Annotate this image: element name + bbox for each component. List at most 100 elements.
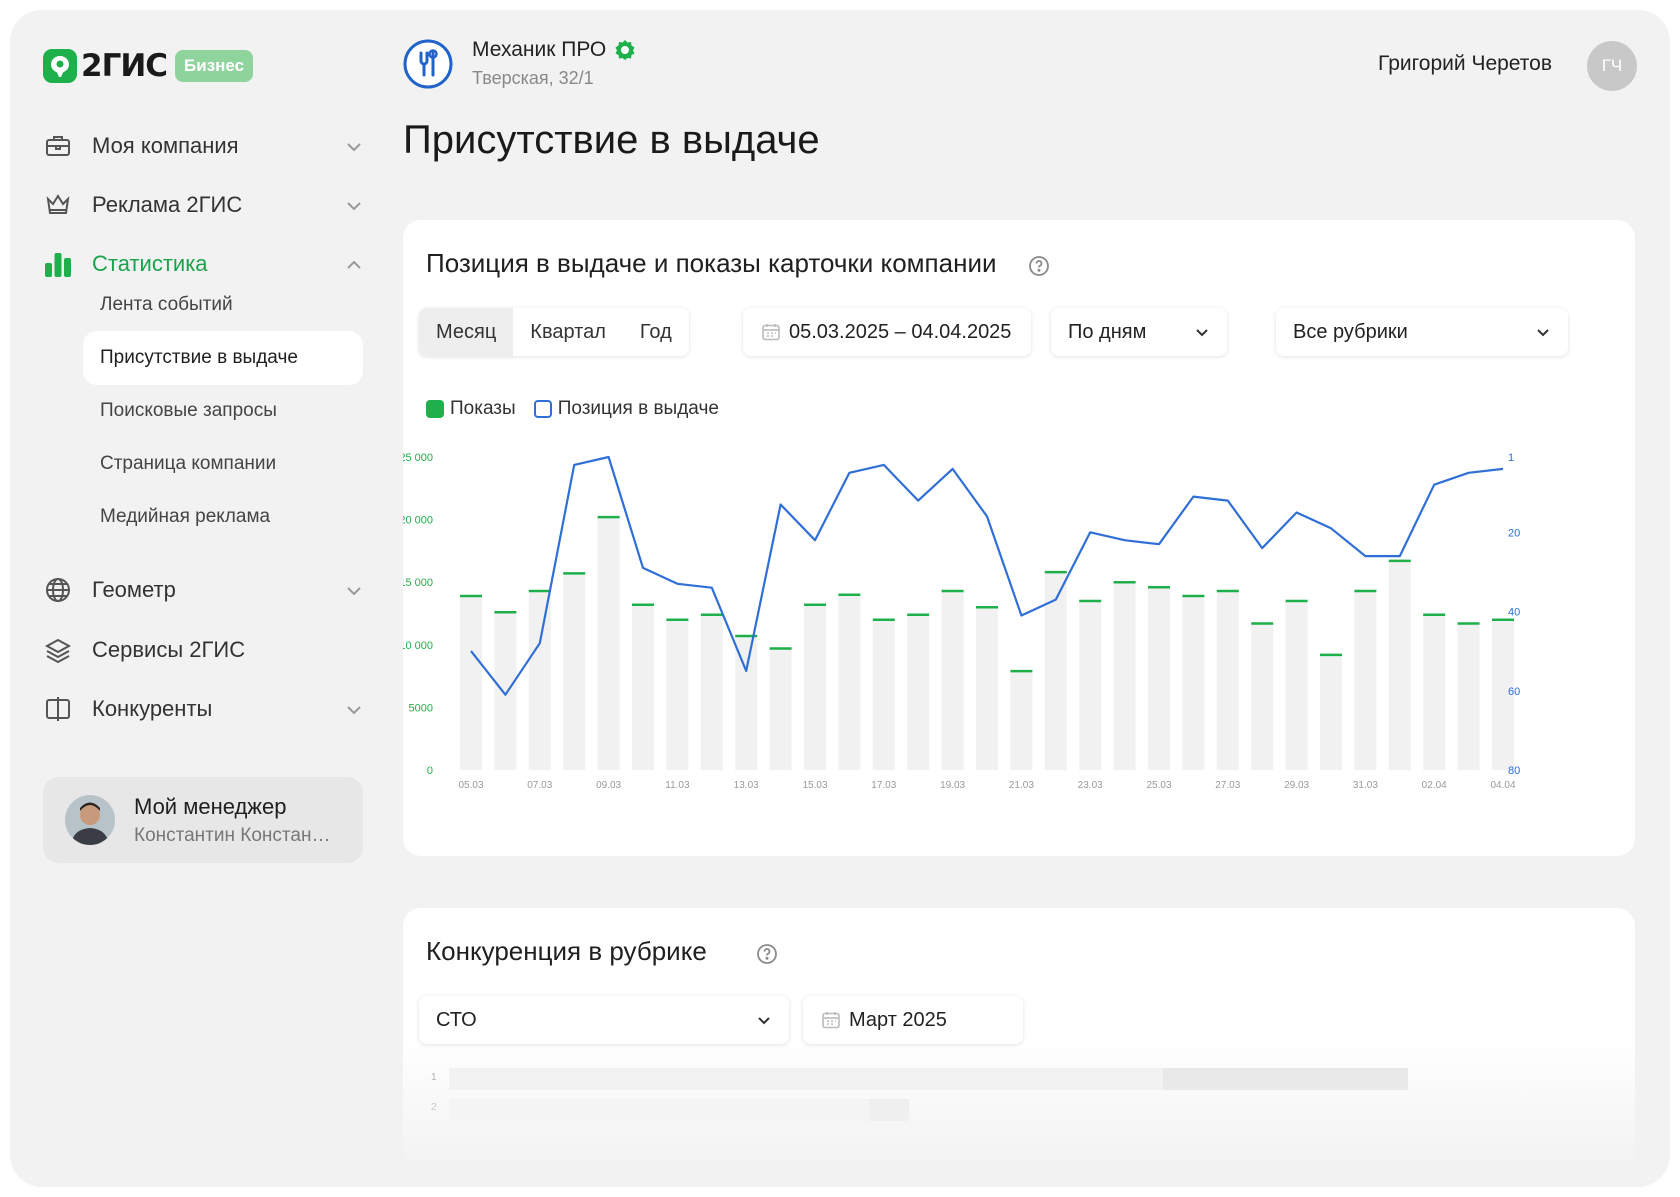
- x-tick-label: 13.03: [734, 780, 759, 791]
- bar-shows-14.03: [769, 648, 792, 770]
- sidebar-item-services-2gis[interactable]: Сервисы 2ГИС: [43, 630, 363, 670]
- layers-icon: [43, 635, 73, 665]
- legend-item-position[interactable]: Позиция в выдаче: [533, 398, 719, 420]
- chevron-down-icon: [755, 1011, 773, 1029]
- bar-shows-23.03: [1079, 600, 1102, 770]
- company-name-text: Механик ПРО: [472, 38, 607, 61]
- bar-shows-13.03: [735, 636, 758, 770]
- bar-shows-21.03: [1010, 671, 1033, 770]
- app-frame: 2ГИС Бизнес Моя компания Реклама 2ГИС Ст…: [10, 10, 1670, 1187]
- help-icon[interactable]: [1028, 255, 1050, 277]
- bar-shows-25.03: [1148, 587, 1170, 770]
- manager-info: Мой менеджер Константин Констан…: [134, 794, 330, 847]
- y-left-tick-label: 0: [427, 765, 433, 777]
- sidebar-item-label: Реклама 2ГИС: [92, 192, 243, 217]
- rubric-select[interactable]: Все рубрики: [1276, 308, 1568, 356]
- legend-swatch-position: [533, 400, 552, 418]
- company-logo[interactable]: [403, 39, 453, 89]
- company-address: Тверская, 32/1: [472, 68, 594, 88]
- sidebar-item-geometer[interactable]: Геометр: [43, 570, 363, 610]
- logo-text: 2ГИС: [81, 48, 168, 84]
- help-icon[interactable]: [756, 943, 778, 965]
- x-tick-label: 04.04: [1490, 780, 1515, 791]
- period-quarter-button[interactable]: Квартал: [513, 308, 623, 356]
- bar-shows-08.03: [563, 573, 586, 770]
- competition-rubric-select[interactable]: СТО: [419, 996, 789, 1044]
- position-chart-card: Позиция в выдаче и показы карточки компа…: [403, 220, 1635, 856]
- bar-shows-30.03: [1320, 654, 1342, 770]
- y-left-tick-label: 15 000: [403, 577, 433, 589]
- x-tick-label: 23.03: [1078, 780, 1103, 791]
- chevron-down-icon: [1193, 323, 1211, 341]
- manager-avatar: [65, 795, 115, 845]
- y-left-tick-label: 10 000: [403, 640, 433, 652]
- bar-shows-01.04: [1388, 560, 1411, 770]
- chevron-down-icon: [345, 582, 363, 600]
- sidebar-subitem-search-presence[interactable]: Присутствие в выдаче: [83, 331, 363, 385]
- bar-shows-06.03: [494, 612, 517, 770]
- globe-icon: [43, 575, 73, 605]
- period-year-button[interactable]: Год: [623, 308, 689, 356]
- bar-shows-24.03: [1113, 582, 1136, 770]
- bar-shows-03.04: [1457, 623, 1480, 770]
- period-month-button[interactable]: Месяц: [419, 308, 514, 356]
- manager-card[interactable]: Мой менеджер Константин Констан…: [43, 777, 363, 863]
- x-tick-label: 05.03: [458, 780, 483, 791]
- sidebar-item-label: Конкуренты: [92, 696, 213, 721]
- chevron-down-icon: [345, 138, 363, 156]
- bar-shows-26.03: [1182, 595, 1205, 770]
- chevron-down-icon: [345, 197, 363, 215]
- grouping-select[interactable]: По дням: [1051, 308, 1227, 356]
- y-right-tick-label: 1: [1508, 452, 1514, 464]
- x-tick-label: 27.03: [1215, 780, 1240, 791]
- y-left-tick-label: 20 000: [403, 515, 433, 527]
- legend-label-shows: Показы: [450, 398, 516, 419]
- bar-shows-10.03: [632, 604, 654, 770]
- manager-title: Мой менеджер: [134, 793, 287, 819]
- bar-shows-07.03: [528, 590, 551, 770]
- x-tick-label: 17.03: [871, 780, 896, 791]
- y-left-tick-label: 5000: [409, 702, 433, 714]
- user-avatar[interactable]: ГЧ: [1587, 41, 1637, 91]
- sidebar-item-label: Моя компания: [92, 133, 239, 158]
- sidebar-subitem-search-queries[interactable]: Поисковые запросы: [83, 384, 363, 438]
- fade-overlay: [403, 1038, 1635, 1168]
- x-tick-label: 11.03: [665, 780, 690, 791]
- y-right-tick-label: 80: [1508, 765, 1520, 777]
- 2gis-logo-icon: [43, 49, 77, 83]
- user-name[interactable]: Григорий Черетов: [1378, 52, 1552, 76]
- x-tick-label: 25.03: [1146, 780, 1171, 791]
- calendar-icon: [761, 322, 781, 342]
- sidebar-item-competitors[interactable]: Конкуренты: [43, 689, 363, 729]
- chart-legend: Показы Позиция в выдаче: [426, 398, 737, 420]
- sidebar-subitem-company-page[interactable]: Страница компании: [83, 437, 363, 491]
- card-title: Позиция в выдаче и показы карточки компа…: [426, 248, 997, 278]
- position-shows-chart: 0 5000 10 000 15 000 20 000 25 000 1 20 40 60 80 05…: [403, 452, 1520, 791]
- x-tick-label: 21.03: [1009, 780, 1034, 791]
- legend-label-position: Позиция в выдаче: [557, 398, 719, 419]
- bar-shows-29.03: [1285, 600, 1308, 770]
- legend-item-shows[interactable]: Показы: [426, 398, 516, 420]
- company-name[interactable]: Механик ПРО: [472, 38, 636, 62]
- sidebar-item-my-company[interactable]: Моя компания: [43, 126, 363, 166]
- competition-card: Конкуренция в рубрике СТО Март 2025 1 2: [403, 908, 1635, 1168]
- brand-logo[interactable]: 2ГИС Бизнес: [43, 48, 254, 84]
- calendar-icon: [821, 1010, 841, 1030]
- chevron-up-icon: [345, 256, 363, 274]
- sidebar-item-ads-2gis[interactable]: Реклама 2ГИС: [43, 185, 363, 225]
- month-picker[interactable]: Март 2025: [803, 996, 1023, 1044]
- bar-shows-16.03: [838, 594, 861, 770]
- bar-shows-18.03: [907, 614, 930, 770]
- date-range-picker[interactable]: 05.03.2025 – 04.04.2025: [743, 308, 1031, 356]
- sidebar-subitem-events-feed[interactable]: Лента событий: [83, 278, 363, 332]
- sidebar-subitem-media-ads[interactable]: Медийная реклама: [83, 490, 363, 544]
- grouping-value: По дням: [1068, 320, 1147, 343]
- bar-shows-11.03: [666, 619, 689, 770]
- crown-icon: [43, 190, 73, 220]
- competition-rubric-value: СТО: [436, 1008, 477, 1031]
- business-badge: Бизнес: [175, 50, 254, 82]
- bar-shows-22.03: [1044, 572, 1067, 770]
- sidebar-item-label: Сервисы 2ГИС: [92, 637, 246, 662]
- y-left-tick-label: 25 000: [403, 452, 433, 464]
- briefcase-icon: [43, 131, 73, 161]
